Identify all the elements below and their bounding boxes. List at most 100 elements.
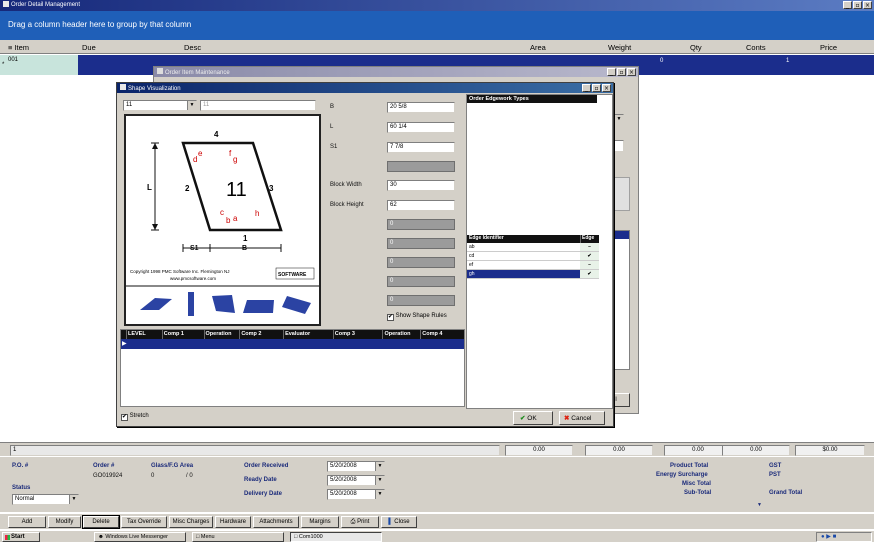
toolbar-button-add[interactable]: Add — [8, 516, 46, 528]
col-qty[interactable]: Qty — [690, 43, 702, 52]
checkbox-checked-icon[interactable]: ✔ — [121, 414, 128, 421]
restore-icon[interactable]: ▫ — [592, 84, 601, 92]
edge-checkbox[interactable]: ✔ — [580, 270, 599, 278]
col-item[interactable]: ≡ Item — [8, 43, 29, 52]
taskbar-item-menu[interactable]: □ Menu — [192, 532, 284, 542]
rules-col-comp-3[interactable]: Comp 3 — [332, 330, 383, 339]
shape-number-field[interactable]: 11 — [200, 100, 316, 111]
block-height-field[interactable]: 62 — [387, 200, 455, 211]
minimize-icon[interactable]: _ — [582, 84, 591, 92]
toolbar-button-close[interactable]: ▌ Close — [381, 516, 417, 528]
order-received-field[interactable]: 5/20/2008 ▼ — [327, 461, 385, 472]
ok-button[interactable]: ✔ OK — [513, 411, 553, 425]
side-label-4: 4 — [214, 130, 219, 139]
restore-icon[interactable]: ▫ — [617, 68, 626, 76]
delivery-date-field[interactable]: 5/20/2008 ▼ — [327, 489, 385, 500]
rules-col-operation[interactable]: Operation — [203, 330, 240, 339]
item-maintenance-title: Order Item Maintenance — [165, 70, 230, 76]
chevron-down-icon[interactable]: ▼ — [69, 495, 78, 504]
close-icon[interactable]: × — [602, 84, 611, 92]
toolbar-button-delete[interactable]: Delete — [82, 515, 120, 529]
rules-col-comp-4[interactable]: Comp 4 — [420, 330, 464, 339]
toolbar-button-label: Hardware — [219, 519, 246, 525]
chevron-down-icon[interactable]: ▼ — [187, 101, 196, 110]
col-price[interactable]: Price — [820, 43, 837, 52]
edge-row[interactable]: cd ✔ — [467, 252, 599, 261]
rules-col-comp-1[interactable]: Comp 1 — [161, 330, 204, 339]
edge-table: Edge Identifier Edge ab – cd ✔ ef – gh ✔ — [467, 235, 599, 279]
edge-identifier: cd — [469, 253, 475, 259]
param-field-l[interactable]: 60 1/4 — [387, 122, 455, 133]
corner-b: b — [226, 216, 231, 225]
toolbar-button-hardware[interactable]: Hardware — [215, 516, 251, 528]
rules-row[interactable]: ▶ — [121, 339, 464, 349]
expand-arrow-icon[interactable]: ▼ — [757, 502, 762, 508]
shape-window-title: Shape Visualization — [128, 86, 181, 92]
tray-volume-icon[interactable]: ▶ — [826, 534, 831, 540]
col-weight[interactable]: Weight — [608, 43, 631, 52]
chevron-down-icon[interactable]: ▼ — [375, 476, 384, 485]
taskbar-item-messenger[interactable]: ☻ Windows Live Messenger — [94, 532, 186, 542]
edge-row[interactable]: ab – — [467, 243, 599, 252]
toolbar-button-margins[interactable]: Margins — [301, 516, 339, 528]
website-text: www.pmcsoftware.com — [170, 276, 216, 281]
edge-checkbox[interactable]: – — [580, 261, 599, 269]
chevron-down-icon[interactable]: ▼ — [375, 462, 384, 471]
rules-col-operation[interactable]: Operation — [382, 330, 420, 339]
shape-select[interactable]: 11 ▼ — [123, 100, 197, 111]
edge-checkbox[interactable]: ✔ — [580, 252, 599, 260]
shape-preview-5 — [282, 296, 311, 314]
taskbar-item-com1000[interactable]: □ Com1000 — [290, 532, 382, 542]
toolbar-button-modify[interactable]: Modify — [48, 516, 81, 528]
edge-checkbox[interactable]: – — [580, 243, 599, 251]
edge-row[interactable]: ef – — [467, 261, 599, 270]
block-width-field[interactable]: 30 — [387, 180, 455, 191]
close-icon[interactable]: × — [627, 68, 636, 76]
col-desc[interactable]: Desc — [184, 43, 201, 52]
chevron-down-icon[interactable]: ▼ — [375, 490, 384, 499]
param-label-l: L — [330, 124, 334, 130]
toolbar-button-tax-override[interactable]: Tax Override — [121, 516, 167, 528]
cancel-button[interactable]: ✖ Cancel — [559, 411, 605, 425]
shape-number-label: 11 — [226, 179, 247, 201]
close-icon[interactable]: × — [863, 1, 872, 9]
ready-date-field[interactable]: 5/20/2008 ▼ — [327, 475, 385, 486]
taskbar: Start ☻ Windows Live Messenger □ Menu □ … — [0, 530, 874, 542]
chevron-down-icon[interactable]: ▼ — [614, 115, 623, 125]
tray-network-icon[interactable]: ● — [821, 534, 825, 540]
shape-window-title-bar: Shape Visualization _ ▫ × — [117, 83, 613, 93]
corner-c: c — [220, 208, 224, 217]
rules-col-level[interactable]: LEVEL — [125, 330, 162, 339]
shape-preview-1 — [140, 298, 172, 310]
status-select[interactable]: Normal ▼ — [12, 494, 79, 505]
checkbox-checked-icon[interactable]: ✔ — [387, 314, 394, 321]
shape-visualization-window: Shape Visualization _ ▫ × 11 ▼ 11 11 1 2 3 … — [116, 82, 614, 427]
col-conts[interactable]: Conts — [746, 43, 766, 52]
tray-messenger-icon[interactable]: ■ — [833, 534, 837, 540]
minimize-icon[interactable]: _ — [607, 68, 616, 76]
col-area[interactable]: Area — [530, 43, 546, 52]
show-shape-rules-checkbox[interactable]: ✔ Show Shape Rules — [387, 313, 447, 321]
corner-h: h — [255, 209, 259, 218]
param-field-b[interactable]: 20 5/8 — [387, 102, 455, 113]
misc-total-label: Misc Total — [682, 481, 711, 487]
row-item-cell[interactable]: 001 — [0, 55, 78, 75]
totals-item: 1 — [10, 445, 500, 456]
toolbar-button-attachments[interactable]: Attachments — [253, 516, 299, 528]
param-field-s1[interactable]: 7 7/8 — [387, 142, 455, 153]
toolbar-button-label: Close — [394, 519, 410, 525]
restore-icon[interactable]: ▫ — [853, 1, 862, 9]
order-received-label: Order Received — [244, 463, 289, 469]
shape-diagram: 11 1 2 3 4 a b c d e f g h L S1 B Copyri… — [126, 130, 319, 316]
group-by-bar[interactable]: Drag a column header here to group by th… — [0, 11, 874, 40]
toolbar-button-print[interactable]: ⎙ Print — [341, 516, 379, 528]
rules-col-evaluator[interactable]: Evaluator — [283, 330, 333, 339]
minimize-icon[interactable]: _ — [843, 1, 852, 9]
start-button[interactable]: Start — [2, 532, 40, 542]
edge-row[interactable]: gh ✔ — [467, 270, 599, 279]
x-icon: ✖ — [564, 415, 570, 422]
rules-col-comp-2[interactable]: Comp 2 — [239, 330, 283, 339]
toolbar-button-misc-charges[interactable]: Misc Charges — [169, 516, 213, 528]
col-due[interactable]: Due — [82, 43, 96, 52]
stretch-checkbox[interactable]: ✔ Stretch — [121, 413, 149, 421]
